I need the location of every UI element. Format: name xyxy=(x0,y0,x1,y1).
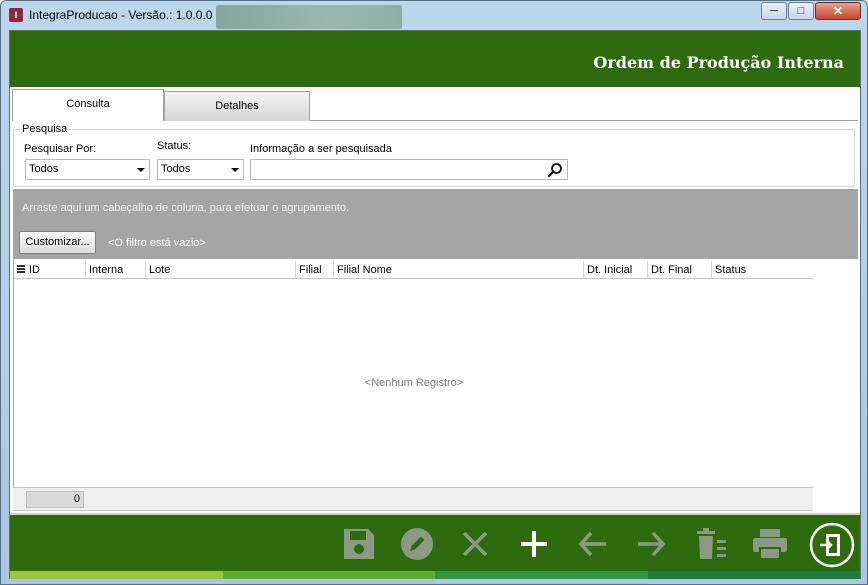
add-icon xyxy=(521,531,547,557)
status-select[interactable]: Todos xyxy=(157,159,244,180)
column-header-lote[interactable]: Lote xyxy=(146,261,296,279)
record-count: 0 xyxy=(26,491,84,508)
tab-bar: Consulta Detalhes xyxy=(12,89,858,121)
status-label: Status: xyxy=(157,140,192,152)
client-area: Ordem de Produção Interna Consulta Detal… xyxy=(9,30,861,579)
search-group: Pesquisa Pesquisar Por: Todos Status: To… xyxy=(13,123,855,187)
next-icon xyxy=(638,531,666,557)
edit-icon xyxy=(401,528,433,560)
tab-consulta[interactable]: Consulta xyxy=(12,89,164,121)
column-header-filial-nome[interactable]: Filial Nome xyxy=(334,261,584,279)
magnifier-icon xyxy=(547,162,562,177)
save-icon xyxy=(344,529,374,559)
column-chooser-icon[interactable] xyxy=(17,265,25,275)
page-title: Ordem de Produção Interna xyxy=(593,53,844,72)
search-group-title: Pesquisa xyxy=(20,123,70,135)
chevron-down-icon xyxy=(137,168,145,172)
search-button[interactable] xyxy=(544,160,566,179)
next-button[interactable] xyxy=(630,523,672,565)
minimize-icon: ─ xyxy=(770,4,778,17)
status-value: Todos xyxy=(161,163,191,175)
add-button[interactable] xyxy=(513,523,555,565)
column-header-filial[interactable]: Filial xyxy=(296,261,334,279)
group-by-panel[interactable]: Arraste aqui um cabeçalho de coluna, par… xyxy=(13,189,858,259)
tab-detalhes[interactable]: Detalhes xyxy=(164,91,310,121)
search-by-label: Pesquisar Por: xyxy=(24,143,97,155)
title-bar[interactable]: I IntegraProducao - Versão.: 1.0.0.0 ─ □… xyxy=(1,1,867,29)
column-header-dt-inicial[interactable]: Dt. Inicial xyxy=(584,261,648,279)
print-button[interactable] xyxy=(749,523,791,565)
column-header-status[interactable]: Status xyxy=(712,261,814,279)
previous-button[interactable] xyxy=(572,523,614,565)
exit-icon xyxy=(809,522,855,568)
exit-button[interactable] xyxy=(809,522,855,568)
grid-side-area xyxy=(813,259,859,511)
search-info-label: Informação a ser pesquisada xyxy=(250,143,392,155)
edit-button[interactable] xyxy=(396,523,438,565)
close-icon: ✕ xyxy=(832,4,844,18)
maximize-icon: □ xyxy=(797,4,805,17)
title-background-art xyxy=(216,5,402,29)
close-button[interactable]: ✕ xyxy=(815,2,861,20)
bottom-toolbar xyxy=(10,513,860,571)
column-header-dt-final[interactable]: Dt. Final xyxy=(648,261,712,279)
grid-header: ID Interna Lote Filial Filial Nome Dt. I… xyxy=(14,261,814,279)
save-button[interactable] xyxy=(338,523,380,565)
search-by-value: Todos xyxy=(29,163,59,175)
column-header-interna[interactable]: Interna xyxy=(86,261,146,279)
filter-status[interactable]: <O filtro está vazio> xyxy=(108,237,206,249)
search-input[interactable] xyxy=(250,159,568,180)
print-icon xyxy=(753,529,787,560)
window-title: IntegraProducao - Versão.: 1.0.0.0 xyxy=(29,8,213,22)
group-by-hint: Arraste aqui um cabeçalho de coluna, par… xyxy=(22,202,350,214)
delete-icon xyxy=(697,528,726,559)
data-grid[interactable]: ID Interna Lote Filial Filial Nome Dt. I… xyxy=(13,259,814,509)
application-window: I IntegraProducao - Versão.: 1.0.0.0 ─ □… xyxy=(0,0,868,585)
app-icon[interactable]: I xyxy=(9,8,23,22)
search-by-select[interactable]: Todos xyxy=(25,159,150,180)
previous-icon xyxy=(578,531,606,557)
maximize-button[interactable]: □ xyxy=(788,2,814,20)
delete-button[interactable] xyxy=(690,523,732,565)
cancel-icon xyxy=(462,531,488,557)
grid-footer: 0 xyxy=(13,487,813,511)
footer-color-stripes xyxy=(10,571,860,579)
column-header-id[interactable]: ID xyxy=(26,261,86,279)
empty-grid-message: <Nenhum Registro> xyxy=(364,377,464,389)
cancel-button[interactable] xyxy=(454,523,496,565)
customize-button[interactable]: Customizar... xyxy=(19,231,96,254)
minimize-button[interactable]: ─ xyxy=(761,2,787,20)
chevron-down-icon xyxy=(231,168,239,172)
header-banner: Ordem de Produção Interna xyxy=(10,31,860,87)
